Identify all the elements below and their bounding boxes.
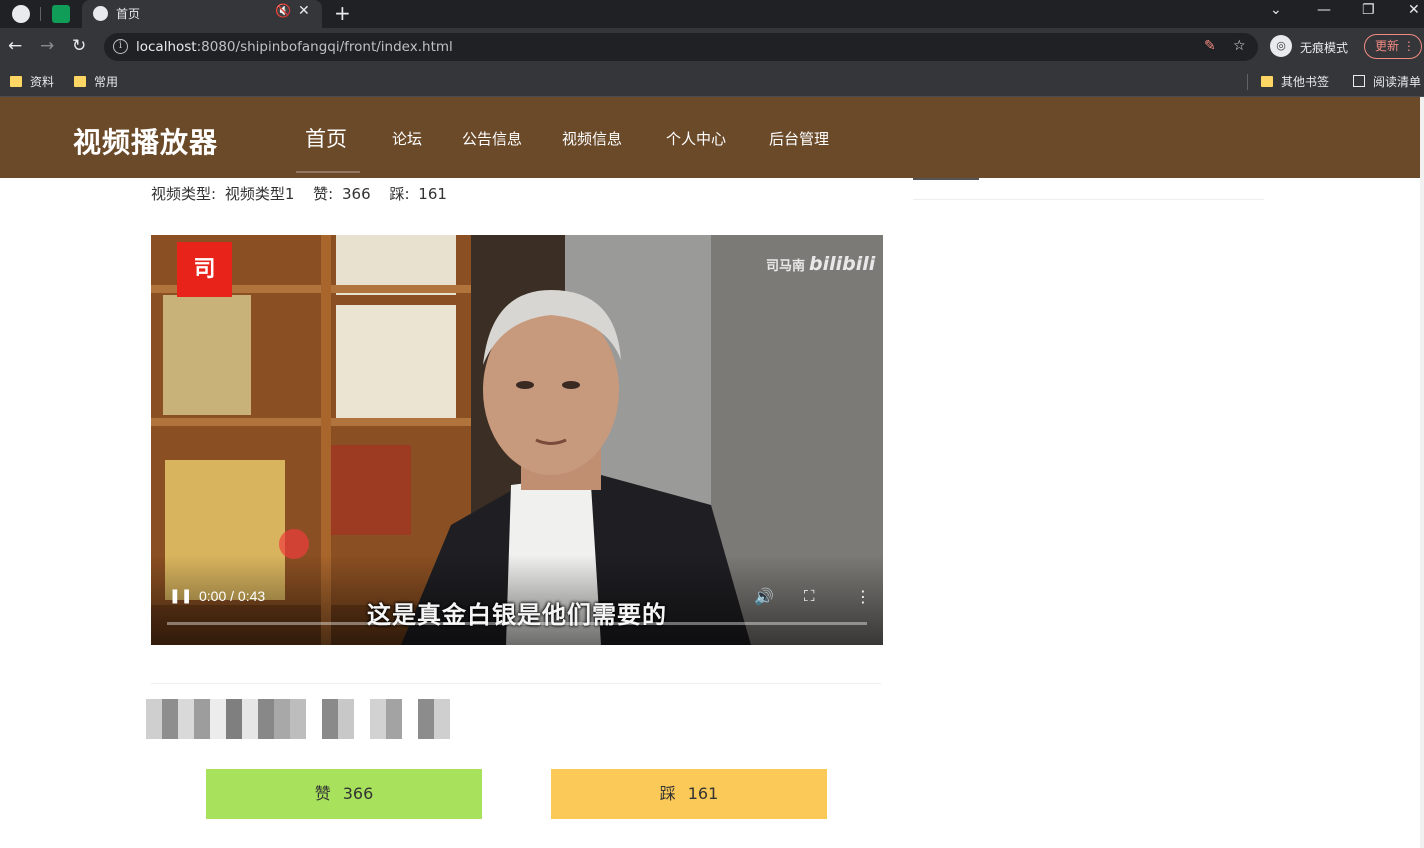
bookmark-star-icon[interactable]: ☆: [1233, 38, 1246, 54]
close-window-icon[interactable]: ✕: [1408, 2, 1420, 18]
obscured-text: [146, 699, 450, 739]
click-indicator: [279, 529, 309, 559]
address-bar[interactable]: i localhost:8080/shipinbofangqi/front/in…: [104, 33, 1258, 61]
like-count: 366: [342, 185, 371, 203]
tab-separator: [40, 7, 41, 21]
forward-icon[interactable]: →: [40, 36, 54, 56]
reload-icon[interactable]: ↻: [72, 36, 86, 56]
volume-icon[interactable]: 🔊: [754, 587, 774, 606]
update-button[interactable]: 更新 ⋮: [1364, 34, 1422, 59]
bookmark-folder-ziliao[interactable]: 资料: [10, 73, 54, 90]
content-divider: [151, 683, 881, 684]
video-type-value: 视频类型1: [224, 185, 295, 203]
nav-admin[interactable]: 后台管理: [769, 128, 829, 149]
folder-icon: [10, 76, 22, 87]
video-watermark: 司马南 bilibili: [766, 253, 876, 275]
nav-active-indicator: [296, 171, 360, 173]
nav-forum[interactable]: 论坛: [392, 128, 422, 149]
bookmark-separator: [1247, 74, 1248, 90]
nav-announcements[interactable]: 公告信息: [462, 128, 522, 149]
reading-list[interactable]: 阅读清单: [1353, 73, 1421, 90]
minimize-icon[interactable]: —: [1317, 2, 1331, 18]
incognito-label: 无痕模式: [1300, 41, 1349, 55]
video-player[interactable]: 司 司马南 bilibili 这是真金白银是他们需要的 ❚❚ 0:00 / 0:4…: [151, 235, 883, 645]
new-tab-button[interactable]: +: [334, 1, 351, 25]
browser-tab-bar: 首页 🔇 ✕ + ⌄ — ❐ ✕: [0, 0, 1424, 28]
site-brand[interactable]: 视频播放器: [73, 121, 218, 161]
sidebar-divider: [913, 199, 1264, 200]
back-icon[interactable]: ←: [8, 36, 22, 56]
like-label: 赞:: [313, 185, 334, 203]
more-options-icon[interactable]: ⋮: [855, 587, 871, 606]
folder-icon: [1261, 76, 1273, 87]
video-type-label: 视频类型:: [151, 185, 217, 203]
pause-icon[interactable]: ❚❚: [169, 588, 192, 604]
globe-icon: [93, 6, 108, 21]
translate-icon[interactable]: ✎: [1204, 38, 1216, 54]
browser-toolbar: ← → ↻ i localhost:8080/shipinbofangqi/fr…: [0, 28, 1424, 66]
bookmark-folder-changyong[interactable]: 常用: [74, 73, 118, 90]
fullscreen-icon[interactable]: ⛶: [804, 587, 815, 605]
pinned-tab-sheets-icon[interactable]: [52, 5, 70, 23]
tab-search-icon[interactable]: ⌄: [1270, 2, 1282, 18]
channel-logo: 司: [177, 242, 232, 297]
restore-icon[interactable]: ❐: [1362, 2, 1375, 18]
video-meta: 视频类型: 视频类型1 赞: 366 踩: 161: [151, 183, 451, 204]
progress-bar[interactable]: [167, 622, 867, 625]
dislike-label: 踩:: [389, 185, 410, 203]
nav-home[interactable]: 首页: [305, 123, 347, 153]
sidebar-tab-indicator: [913, 178, 979, 180]
nav-video-info[interactable]: 视频信息: [562, 128, 622, 149]
reading-list-icon: [1353, 75, 1365, 87]
incognito-icon[interactable]: ◎: [1270, 35, 1292, 57]
site-header: 视频播放器 首页 论坛 公告信息 视频信息 个人中心 后台管理: [0, 97, 1420, 178]
folder-icon: [74, 76, 86, 87]
site-info-icon[interactable]: i: [113, 39, 128, 54]
like-button[interactable]: 赞 366: [206, 769, 482, 819]
nav-personal-center[interactable]: 个人中心: [666, 128, 726, 149]
mute-tab-icon[interactable]: 🔇: [275, 4, 291, 19]
dislike-button[interactable]: 踩 161: [551, 769, 827, 819]
tab-title: 首页: [116, 7, 141, 21]
page-scrollbar[interactable]: [1420, 97, 1424, 848]
bookmarks-bar: 资料 常用 其他书签 阅读清单: [0, 66, 1424, 97]
url-text[interactable]: localhost:8080/shipinbofangqi/front/inde…: [136, 39, 453, 55]
dislike-count: 161: [418, 185, 447, 203]
active-tab[interactable]: 首页 🔇 ✕: [82, 0, 322, 28]
pinned-tab-globe-icon[interactable]: [12, 5, 30, 23]
playback-time: 0:00 / 0:43: [199, 588, 266, 604]
close-tab-icon[interactable]: ✕: [298, 3, 310, 19]
bookmark-other[interactable]: 其他书签: [1261, 73, 1329, 90]
